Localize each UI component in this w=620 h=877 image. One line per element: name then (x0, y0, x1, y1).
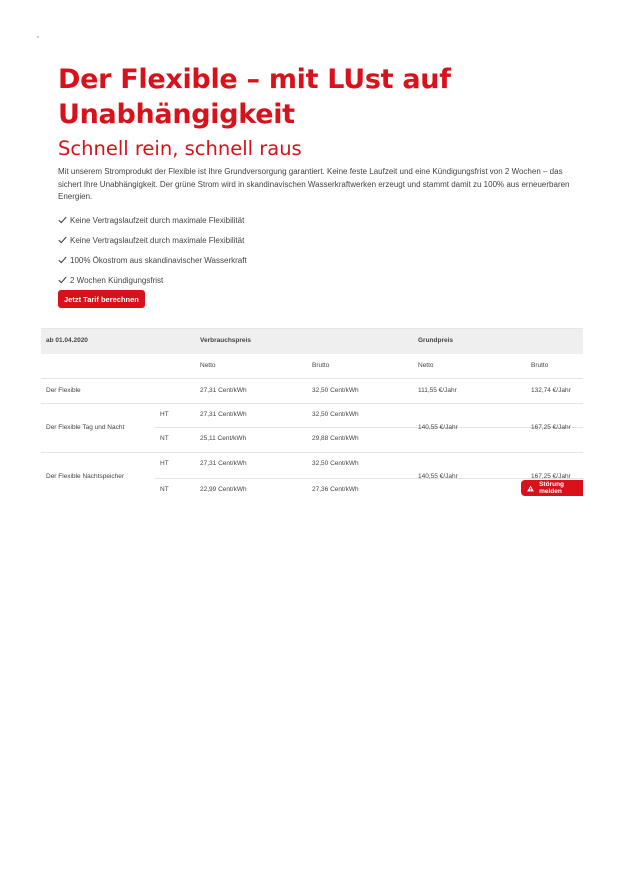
intro-text: Mit unserem Stromprodukt der Flexible is… (58, 167, 570, 201)
table-row: Der Flexible Tag und Nacht HT 27,31 Cent… (41, 404, 583, 453)
date-header: ab 01.04.2020 (46, 337, 88, 344)
feature-list: Keine Vertragslaufzeit durch maximale Fl… (58, 215, 583, 286)
verbrauch-brutto: 29,88 Cent/kWh (312, 435, 359, 442)
netto-header: Netto (418, 362, 434, 369)
brutto-header: Brutto (312, 362, 330, 369)
feature-label: 100% Ökostrom aus skandinavischer Wasser… (70, 255, 247, 265)
verbrauchspreis-header: Verbrauchspreis (200, 337, 251, 344)
tariff-label: NT (160, 435, 169, 442)
grund-netto: 140,55 €/Jahr (418, 473, 458, 480)
warning-icon (527, 485, 534, 491)
checkmark-icon (58, 256, 67, 264)
subheader-row: Netto Brutto Netto Brutto (41, 354, 583, 379)
tariff-label: NT (160, 486, 169, 493)
feature-label: Keine Vertragslaufzeit durch maximale Fl… (70, 215, 245, 225)
table-header: ab 01.04.2020 Verbrauchspreis Grundpreis (41, 328, 583, 354)
feature-item: Keine Vertragslaufzeit durch maximale Fl… (58, 215, 583, 226)
decorative-dot (37, 36, 39, 38)
row-divider (155, 427, 583, 428)
calculate-tariff-button[interactable]: Jetzt Tarif berechnen (58, 290, 145, 308)
feature-item: Keine Vertragslaufzeit durch maximale Fl… (58, 235, 583, 246)
verbrauch-brutto: 32,50 Cent/kWh (312, 460, 359, 467)
report-outage-label: Störung melden (539, 481, 565, 495)
verbrauch-netto: 27,31 Cent/kWh (200, 387, 247, 394)
checkmark-icon (58, 276, 67, 284)
table-row: Der Flexible 27,31 Cent/kWh 32,50 Cent/k… (41, 379, 583, 404)
price-table: ab 01.04.2020 Verbrauchspreis Grundpreis… (41, 328, 583, 500)
row-divider (155, 478, 583, 479)
hero-section: Der Flexible – mit LUst auf Unabhängigke… (58, 62, 583, 308)
brutto-header: Brutto (531, 362, 549, 369)
product-name: Der Flexible (46, 387, 81, 394)
feature-item: 100% Ökostrom aus skandinavischer Wasser… (58, 255, 583, 266)
feature-label: 2 Wochen Kündigungsfrist (70, 275, 164, 285)
grund-brutto: 132,74 €/Jahr (531, 387, 571, 394)
verbrauch-netto: 27,31 Cent/kWh (200, 411, 247, 418)
netto-header: Netto (200, 362, 216, 369)
grund-netto: 111,55 €/Jahr (418, 387, 457, 394)
grund-brutto: 167,25 €/Jahr (531, 424, 571, 431)
verbrauch-brutto: 27,36 Cent/kWh (312, 486, 359, 493)
tariff-label: HT (160, 411, 169, 418)
checkmark-icon (58, 236, 67, 244)
grund-netto: 140,55 €/Jahr (418, 424, 458, 431)
grundpreis-header: Grundpreis (418, 337, 454, 344)
tariff-label: HT (160, 460, 169, 467)
verbrauch-netto: 27,31 Cent/kWh (200, 460, 247, 467)
checkmark-icon (58, 216, 67, 224)
feature-item: 2 Wochen Kündigungsfrist (58, 275, 583, 286)
page-title: Der Flexible – mit LUst auf Unabhängigke… (58, 64, 451, 130)
feature-label: Keine Vertragslaufzeit durch maximale Fl… (70, 235, 245, 245)
verbrauch-brutto: 32,50 Cent/kWh (312, 387, 359, 394)
verbrauch-netto: 25,11 Cent/kWh (200, 435, 247, 442)
report-outage-button[interactable]: Störung melden (521, 480, 583, 496)
verbrauch-netto: 22,99 Cent/kWh (200, 486, 247, 493)
product-name: Der Flexible Nachtspeicher (46, 473, 125, 480)
table-row: Der Flexible Nachtspeicher HT 27,31 Cent… (41, 453, 583, 500)
grund-brutto: 167,25 €/Jahr (531, 473, 571, 480)
page-subtitle: Schnell rein, schnell raus (58, 137, 302, 160)
product-name: Der Flexible Tag und Nacht (46, 424, 125, 431)
verbrauch-brutto: 32,50 Cent/kWh (312, 411, 359, 418)
